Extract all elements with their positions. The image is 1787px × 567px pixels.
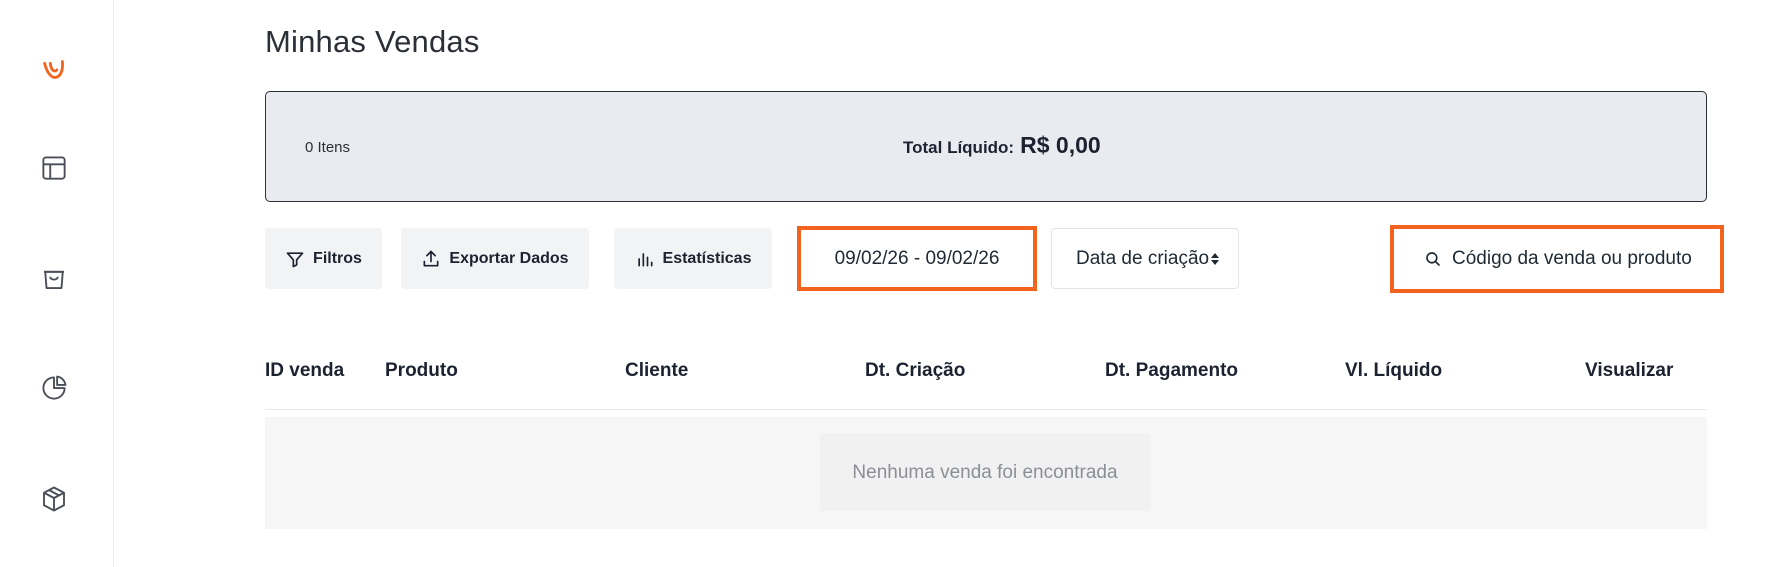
- statistics-button[interactable]: Estatísticas: [614, 228, 772, 289]
- table-header-divider: [265, 409, 1707, 410]
- shopping-bag-icon[interactable]: [37, 261, 71, 295]
- upload-icon: [423, 250, 439, 266]
- empty-message: Nenhuma venda foi encontrada: [820, 434, 1150, 511]
- date-range-picker[interactable]: 09/02/26 - 09/02/26: [797, 226, 1037, 291]
- statistics-label: Estatísticas: [662, 249, 752, 267]
- column-header-customer[interactable]: Cliente: [625, 360, 688, 382]
- total-value: R$ 0,00: [1020, 132, 1101, 158]
- date-range-value: 09/02/26 - 09/02/26: [834, 247, 1000, 269]
- search-icon: [1426, 252, 1440, 266]
- search-placeholder: Código da venda ou produto: [1452, 248, 1692, 269]
- sidebar: [0, 0, 114, 567]
- filter-icon: [286, 251, 304, 267]
- sales-summary: 0 Itens Total Líquido: R$ 0,00: [265, 91, 1707, 202]
- column-header-id[interactable]: ID venda: [265, 360, 344, 382]
- column-header-view[interactable]: Visualizar: [1585, 360, 1673, 382]
- column-header-created-date[interactable]: Dt. Criação: [865, 360, 965, 382]
- column-header-payment-date[interactable]: Dt. Pagamento: [1105, 360, 1238, 382]
- export-data-button[interactable]: Exportar Dados: [401, 228, 589, 289]
- table-empty-state: Nenhuma venda foi encontrada: [265, 417, 1707, 529]
- total-label: Total Líquido:: [903, 138, 1015, 157]
- brand-logo-icon[interactable]: [37, 52, 71, 86]
- sort-by-select[interactable]: Data de criação: [1051, 228, 1239, 289]
- column-header-product[interactable]: Produto: [385, 360, 458, 382]
- total-net: Total Líquido: R$ 0,00: [903, 132, 1101, 159]
- export-label: Exportar Dados: [449, 249, 569, 267]
- filters-label: Filtros: [313, 249, 362, 267]
- search-input[interactable]: Código da venda ou produto: [1390, 225, 1724, 293]
- layout-icon[interactable]: [37, 151, 71, 185]
- filters-button[interactable]: Filtros: [265, 228, 382, 289]
- bar-chart-icon: [637, 252, 653, 266]
- items-count: 0 Itens: [305, 139, 351, 156]
- table-header: ID venda Produto Cliente Dt. Criação Dt.…: [0, 360, 1787, 384]
- column-header-net-value[interactable]: Vl. Líquido: [1345, 360, 1442, 382]
- sort-by-value: Data de criação: [1076, 247, 1210, 269]
- page-title: Minhas Vendas: [265, 24, 480, 59]
- sort-caret-icon: [1211, 252, 1220, 265]
- package-icon[interactable]: [37, 482, 71, 516]
